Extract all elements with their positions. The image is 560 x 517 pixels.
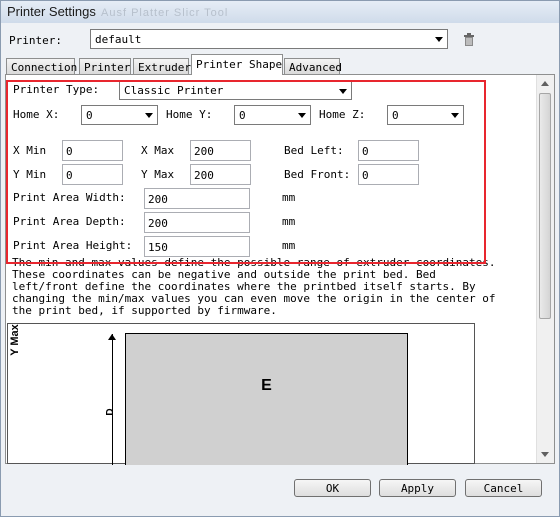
tab-printer-label: Printer [84,61,131,74]
print-area-height-label: Print Area Height: [13,239,133,252]
y-min-value: 0 [66,169,73,182]
home-y-label: Home Y: [166,108,213,121]
chevron-down-icon [435,37,443,42]
x-min-field[interactable]: 0 [62,140,123,161]
chevron-down-icon [298,113,306,118]
cancel-button[interactable]: Cancel [465,479,542,497]
print-area-height-unit: mm [282,239,296,252]
vertical-scrollbar[interactable] [536,75,554,463]
printer-type-value: Classic Printer [124,84,224,97]
print-area-width-value: 200 [148,193,168,206]
window-title: Printer Settings [7,4,96,19]
y-max-value: 200 [194,169,214,182]
home-y-value: 0 [239,109,246,122]
scroll-up-icon[interactable] [541,81,549,86]
coordinates-description: The min and max values define the possib… [12,256,496,317]
print-area-width-label: Print Area Width: [13,191,126,204]
d-dimension-label: D [105,408,117,416]
ok-button-label: OK [325,482,340,495]
apply-button[interactable]: Apply [379,479,456,497]
print-area-width-unit: mm [282,191,296,204]
home-z-label: Home Z: [319,108,366,121]
y-min-field[interactable]: 0 [62,164,123,185]
printer-label: Printer: [9,34,62,47]
print-area-height-field[interactable]: 150 [144,236,250,257]
ok-button[interactable]: OK [294,479,371,497]
print-area-depth-field[interactable]: 200 [144,212,250,233]
bed-front-label: Bed Front: [284,168,351,181]
print-area-height-value: 150 [148,241,168,254]
chevron-down-icon [145,113,153,118]
printer-select-value: default [95,33,142,46]
bed-left-value: 0 [362,145,369,158]
tab-printer-shape-label: Printer Shape [196,58,283,71]
y-max-field[interactable]: 200 [190,164,251,185]
home-z-value: 0 [392,109,399,122]
bed-front-field[interactable]: 0 [358,164,419,185]
tab-extruder-label: Extruder [138,61,191,74]
scroll-down-icon[interactable] [541,452,549,457]
printer-type-label: Printer Type: [13,83,100,96]
y-max-label: Y Max [141,168,175,181]
print-area-width-field[interactable]: 200 [144,188,250,209]
x-min-value: 0 [66,145,73,158]
x-max-value: 200 [194,145,214,158]
tab-advanced[interactable]: Advanced [284,58,342,74]
cancel-button-label: Cancel [483,482,524,495]
chevron-down-icon [339,89,347,94]
scroll-thumb[interactable] [539,93,551,319]
print-area-depth-unit: mm [282,215,296,228]
y-max-axis-label: Y Max [8,324,21,356]
printer-type-select[interactable]: Classic Printer [119,81,352,100]
home-x-select[interactable]: 0 [81,105,158,125]
tab-connection-label: Connection [11,61,78,74]
chevron-down-icon [451,113,459,118]
tab-printer[interactable]: Printer [79,58,131,74]
print-bed-diagram: Y Max D E [7,323,475,465]
print-bed-area: E [125,333,408,465]
ghost-title-text: Ausf Platter Slicr Tool [101,7,229,19]
apply-button-label: Apply [400,482,435,495]
tab-printer-shape[interactable]: Printer Shape [191,54,283,75]
title-bar: Printer Settings Ausf Platter Slicr Tool [1,1,559,23]
bed-left-label: Bed Left: [284,144,344,157]
home-z-select[interactable]: 0 [387,105,464,125]
x-min-label: X Min [13,144,47,157]
bed-front-value: 0 [362,169,369,182]
print-area-depth-value: 200 [148,217,168,230]
tab-extruder[interactable]: Extruder [133,58,191,74]
printer-select[interactable]: default [90,29,448,49]
bed-e-label: E [261,377,272,395]
print-area-depth-label: Print Area Depth: [13,215,126,228]
printer-settings-window: Printer Settings Ausf Platter Slicr Tool… [0,0,560,517]
home-x-label: Home X: [13,108,60,121]
trash-icon[interactable] [463,33,475,47]
tab-connection[interactable]: Connection [6,58,78,74]
x-max-label: X Max [141,144,175,157]
bed-left-field[interactable]: 0 [358,140,419,161]
x-max-field[interactable]: 200 [190,140,251,161]
dimension-line [112,334,113,465]
home-x-value: 0 [86,109,93,122]
home-y-select[interactable]: 0 [234,105,311,125]
y-min-label: Y Min [13,168,47,181]
tab-advanced-label: Advanced [289,61,342,74]
